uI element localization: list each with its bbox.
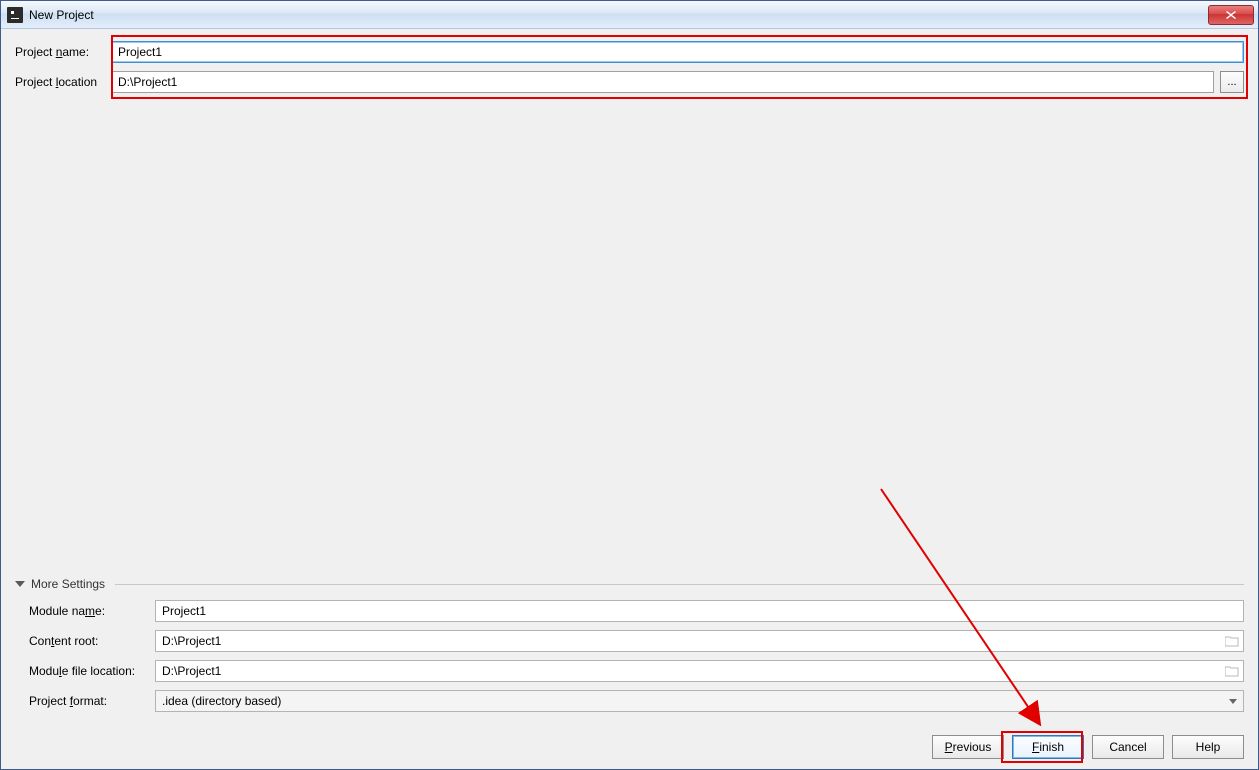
module-name-input[interactable] <box>155 600 1244 622</box>
module-name-row: Module name: <box>15 599 1244 623</box>
browse-location-button[interactable]: ... <box>1220 71 1244 93</box>
close-button[interactable] <box>1208 5 1254 25</box>
previous-button[interactable]: Previous <box>932 735 1004 759</box>
titlebar: New Project <box>1 1 1258 29</box>
project-format-select[interactable]: .idea (directory based) <box>155 690 1244 712</box>
module-file-location-wrap <box>155 660 1244 682</box>
more-settings-divider <box>115 584 1244 585</box>
button-bar: Previous Finish Cancel Help <box>932 735 1244 759</box>
chevron-down-icon <box>1229 699 1237 704</box>
content-root-row: Content root: <box>15 629 1244 653</box>
project-name-input[interactable] <box>111 41 1244 63</box>
window-title: New Project <box>29 8 94 22</box>
module-name-label: Module name: <box>15 604 155 618</box>
project-name-row: Project name: <box>15 41 1244 63</box>
module-file-location-row: Module file location: <box>15 659 1244 683</box>
chevron-down-icon <box>15 581 25 587</box>
client-area: Project name: Project location ... More … <box>1 29 1258 769</box>
project-location-label: Project location <box>15 75 111 89</box>
project-location-input[interactable] <box>111 71 1214 93</box>
more-settings-title: More Settings <box>31 577 105 591</box>
module-name-wrap <box>155 600 1244 622</box>
module-file-location-label: Module file location: <box>15 664 155 678</box>
module-file-location-input[interactable] <box>155 660 1244 682</box>
project-format-value: .idea (directory based) <box>162 694 281 708</box>
more-settings-section: More Settings Module name: Content root: <box>15 577 1244 719</box>
new-project-dialog: New Project Project name: Project locati… <box>0 0 1259 770</box>
content-root-label: Content root: <box>15 634 155 648</box>
help-button[interactable]: Help <box>1172 735 1244 759</box>
finish-button[interactable]: Finish <box>1012 735 1084 759</box>
content-root-input[interactable] <box>155 630 1244 652</box>
app-icon <box>7 7 23 23</box>
more-settings-header[interactable]: More Settings <box>15 577 1244 591</box>
titlebar-left: New Project <box>7 7 94 23</box>
project-format-label: Project format: <box>15 694 155 708</box>
cancel-button[interactable]: Cancel <box>1092 735 1164 759</box>
project-location-row: Project location ... <box>15 71 1244 93</box>
project-name-label: Project name: <box>15 45 111 59</box>
project-format-row: Project format: .idea (directory based) <box>15 689 1244 713</box>
content-root-wrap <box>155 630 1244 652</box>
